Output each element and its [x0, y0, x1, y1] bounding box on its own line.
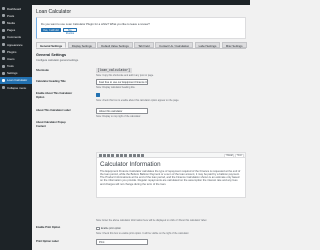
enable-print-checkbox[interactable]: [96, 226, 100, 230]
enable-print-note: Note: Check this box to enable print opt…: [96, 232, 190, 235]
notice-text: Do you want to use Loan Calculator Plugi…: [41, 21, 150, 26]
sidebar-item-label: Media: [7, 20, 15, 25]
about-content-editor[interactable]: Calculator Information The Equipment Fin…: [96, 157, 246, 198]
shortcode-value[interactable]: [loan_calculator]: [96, 67, 132, 73]
notice-yes-button[interactable]: Yes, I will do!: [41, 27, 61, 32]
comments-icon: [2, 35, 5, 39]
align-right-icon[interactable]: [132, 154, 136, 157]
sidebar-item-tools[interactable]: Tools: [0, 63, 32, 70]
sidebar-item-label: Appearance: [7, 42, 23, 47]
align-center-icon[interactable]: [128, 154, 132, 157]
sidebar-item-label: Plugins: [7, 49, 17, 54]
sidebar-item-label: Settings: [7, 71, 18, 76]
about-label-note: Note: Display on top right of the calcul…: [96, 114, 141, 118]
section-description: Configure calculator general settings.: [36, 59, 79, 62]
sidebar-item-pages[interactable]: Pages: [0, 27, 32, 34]
sidebar-item-label: Pages: [7, 28, 16, 33]
paragraph-format-icon[interactable]: [98, 154, 102, 157]
sidebar-item-plugins[interactable]: Plugins: [0, 48, 32, 55]
settings-icon: [2, 71, 5, 75]
about-label-input[interactable]: About this calculator: [96, 108, 148, 114]
notice-no-button[interactable]: No, thanks: [63, 27, 77, 35]
italic-icon[interactable]: [107, 154, 111, 157]
sidebar-item-users[interactable]: Users: [0, 55, 32, 62]
sidebar-item-media[interactable]: Media: [0, 19, 32, 26]
sidebar-item-label: Tools: [7, 64, 14, 69]
heading-title-input[interactable]: Feel free to use our Equipment Finance C…: [96, 79, 148, 85]
sidebar-item-comments[interactable]: Comments: [0, 34, 32, 41]
enable-about-checkbox[interactable]: [96, 93, 100, 97]
sidebar-item-label: Posts: [7, 13, 15, 18]
blockquote-icon[interactable]: [119, 154, 123, 157]
collapse-icon: [2, 86, 5, 90]
about-content-label: About Calculator Popup Content: [36, 121, 66, 128]
sidebar-item-label: Users: [7, 56, 15, 61]
main-content: Loan Calculator Do you want to use Loan …: [32, 5, 250, 250]
sidebar-item-label: Loan Calculator: [7, 78, 28, 83]
sidebar-item-label: Collapse menu: [7, 85, 27, 90]
enable-about-label: Enable About This Calculator Option: [36, 92, 73, 99]
bold-icon[interactable]: [102, 154, 106, 157]
toolbar-toggle-icon[interactable]: [141, 154, 145, 157]
admin-sidebar: Dashboard Posts Media Pages Comments App…: [0, 5, 32, 250]
media-icon: [2, 21, 5, 25]
sidebar-item-label: Comments: [7, 35, 21, 40]
numbered-list-icon[interactable]: [115, 154, 119, 157]
about-label-label: About This Calculator Label: [36, 109, 71, 112]
sidebar-item-loan-calculator[interactable]: Loan Calculator: [0, 76, 32, 85]
about-content-note: Note: Enter the above calculator informa…: [96, 219, 207, 222]
shortcode-note: Note: Copy this shortcode and add it any…: [96, 73, 154, 77]
print-label-input[interactable]: Print: [96, 239, 148, 245]
heading-title-note: Note: Display calculator heading title.: [96, 85, 136, 89]
editor-heading: Calculator Information: [100, 160, 161, 168]
enable-about-note: Note: check this box to enable about thi…: [96, 98, 180, 102]
sidebar-item-appearance[interactable]: Appearance: [0, 41, 32, 48]
align-left-icon[interactable]: [124, 154, 128, 157]
page-title: Loan Calculator: [36, 9, 72, 15]
link-icon[interactable]: [137, 154, 141, 157]
editor-paragraph: The Equipment Finance Calculator calcula…: [100, 169, 241, 186]
print-label-label: Print Option Label: [36, 240, 59, 243]
review-notice: Do you want to use Loan Calculator Plugi…: [36, 17, 246, 39]
appearance-icon: [2, 43, 5, 47]
pages-icon: [2, 28, 5, 32]
sidebar-item-dashboard[interactable]: Dashboard: [0, 5, 32, 12]
users-icon: [2, 57, 5, 61]
tools-icon: [2, 64, 5, 68]
bullet-list-icon[interactable]: [111, 154, 115, 157]
enable-print-label: Enable Print Option: [36, 226, 61, 229]
plugins-icon: [2, 50, 5, 54]
sidebar-item-settings[interactable]: Settings: [0, 70, 32, 77]
calculator-icon: [2, 78, 5, 82]
sidebar-item-collapse[interactable]: Collapse menu: [0, 84, 32, 91]
posts-icon: [2, 14, 5, 18]
dashboard-icon: [2, 7, 5, 11]
heading-title-label: Calculator Heading Title: [36, 80, 66, 83]
sidebar-item-label: Dashboard: [7, 6, 22, 11]
enable-print-checkbox-label: Enable print option: [101, 226, 121, 230]
sidebar-item-posts[interactable]: Posts: [0, 12, 32, 19]
section-title: General Settings: [36, 52, 67, 57]
shortcode-label: Shortcode: [36, 68, 49, 72]
